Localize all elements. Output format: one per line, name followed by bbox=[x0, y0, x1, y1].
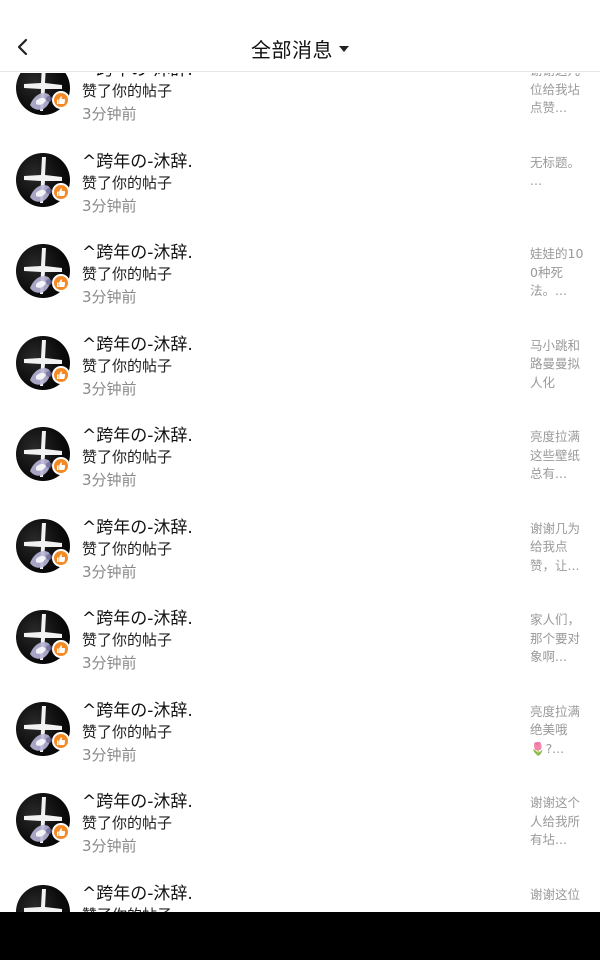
notification-time: 3分钟前 bbox=[82, 562, 137, 581]
notification-item[interactable]: ^跨年の-沐辞. 赞了你的帖子 3分钟前 家人们，那个要对象啊... bbox=[0, 592, 600, 684]
post-preview[interactable]: 亮度拉满这些壁纸总有... bbox=[530, 428, 588, 484]
like-badge bbox=[52, 274, 70, 292]
notification-time: 3分钟前 bbox=[82, 471, 137, 489]
post-preview[interactable]: 家人们，那个要对象啊... bbox=[530, 611, 588, 667]
notification-action: 赞了你的帖子 bbox=[82, 814, 173, 832]
notification-item[interactable]: ^跨年の-沐辞. 赞了你的帖子 3分钟前 谢谢这位 bbox=[0, 867, 600, 913]
like-badge bbox=[52, 731, 70, 750]
notification-item[interactable]: ^跨年の-沐辞. 赞了你的帖子 3分钟前 马小跳和路曼曼拟人化 bbox=[0, 318, 600, 410]
username[interactable]: ^跨年の-沐辞. bbox=[82, 330, 193, 355]
post-preview[interactable]: 亮度拉满绝美哦🌷?... bbox=[530, 703, 588, 759]
caret-down-icon bbox=[339, 46, 349, 52]
notification-action: 赞了你的帖子 bbox=[82, 904, 172, 913]
like-badge bbox=[52, 640, 70, 658]
thumbs-up-icon bbox=[57, 370, 66, 379]
post-preview[interactable]: 谢谢这位 bbox=[530, 886, 588, 905]
notification-action: 赞了你的帖子 bbox=[82, 539, 173, 558]
post-preview[interactable]: 无标题。 ... bbox=[530, 154, 588, 191]
like-badge bbox=[52, 823, 70, 841]
notification-action: 赞了你的帖子 bbox=[82, 265, 173, 283]
notification-action: 赞了你的帖子 bbox=[82, 173, 173, 192]
username[interactable]: ^跨年の-沐辞. bbox=[82, 238, 193, 263]
username[interactable]: ^跨年の-沐辞. bbox=[82, 787, 193, 812]
username[interactable]: ^跨年の-沐辞. bbox=[82, 513, 193, 538]
notification-list[interactable]: ^跨年の-沐辞. 赞了你的帖子 3分钟前 谢谢这几位给我坫点赞... ^跨年の-… bbox=[0, 73, 600, 912]
thumbs-up-icon bbox=[57, 187, 66, 196]
notification-item[interactable]: ^跨年の-沐辞. 赞了你的帖子 3分钟前 无标题。 ... bbox=[0, 135, 600, 227]
message-filter-dropdown[interactable]: 全部消息 bbox=[0, 34, 600, 62]
username[interactable]: ^跨年の-沐辞. bbox=[82, 73, 193, 80]
thumbs-up-icon bbox=[57, 736, 66, 745]
notification-action: 赞了你的帖子 bbox=[82, 448, 173, 466]
notification-item[interactable]: ^跨年の-沐辞. 赞了你的帖子 3分钟前 谢谢几为给我点赞，让... bbox=[0, 501, 600, 593]
thumbs-up-icon bbox=[57, 279, 66, 287]
thumbs-up-icon bbox=[57, 553, 66, 562]
notification-time: 3分钟前 bbox=[82, 745, 137, 764]
notification-time: 3分钟前 bbox=[82, 196, 137, 215]
notification-action: 赞了你的帖子 bbox=[82, 82, 173, 100]
notification-item[interactable]: ^跨年の-沐辞. 赞了你的帖子 3分钟前 谢谢这个人给我所有坫... bbox=[0, 775, 600, 867]
post-preview[interactable]: 娃娃的100种死法。... bbox=[530, 245, 588, 301]
notification-action: 赞了你的帖子 bbox=[82, 356, 173, 375]
system-navigation-bar bbox=[0, 912, 600, 960]
thumbs-up-icon bbox=[57, 96, 66, 104]
notification-action: 赞了你的帖子 bbox=[82, 631, 173, 649]
like-badge bbox=[52, 91, 70, 109]
notification-item[interactable]: ^跨年の-沐辞. 赞了你的帖子 3分钟前 娃娃的100种死法。... bbox=[0, 226, 600, 318]
notification-item[interactable]: ^跨年の-沐辞. 赞了你的帖子 3分钟前 谢谢这几位给我坫点赞... bbox=[0, 73, 600, 135]
thumbs-up-icon bbox=[57, 645, 66, 653]
like-badge bbox=[52, 182, 70, 201]
notification-time: 3分钟前 bbox=[82, 105, 137, 123]
username[interactable]: ^跨年の-沐辞. bbox=[82, 147, 193, 172]
username[interactable]: ^跨年の-沐辞. bbox=[82, 604, 193, 629]
notification-time: 3分钟前 bbox=[82, 288, 137, 306]
avatar[interactable] bbox=[16, 884, 70, 912]
notification-action: 赞了你的帖子 bbox=[82, 722, 173, 741]
like-badge bbox=[52, 365, 70, 384]
top-nav-bar: 全部消息 bbox=[0, 0, 600, 72]
username[interactable]: ^跨年の-沐辞. bbox=[82, 696, 193, 721]
notification-time: 3分钟前 bbox=[82, 837, 137, 855]
post-preview[interactable]: 马小跳和路曼曼拟人化 bbox=[530, 337, 588, 393]
thumbs-up-icon bbox=[57, 462, 66, 470]
post-preview[interactable]: 谢谢这个人给我所有坫... bbox=[530, 794, 588, 850]
username[interactable]: ^跨年の-沐辞. bbox=[82, 879, 193, 904]
page-title: 全部消息 bbox=[251, 37, 333, 62]
thumbs-up-icon bbox=[57, 828, 66, 836]
username[interactable]: ^跨年の-沐辞. bbox=[82, 421, 193, 446]
notification-item[interactable]: ^跨年の-沐辞. 赞了你的帖子 3分钟前 亮度拉满这些壁纸总有... bbox=[0, 409, 600, 501]
like-badge bbox=[52, 457, 70, 475]
notification-time: 3分钟前 bbox=[82, 379, 137, 398]
notification-item[interactable]: ^跨年の-沐辞. 赞了你的帖子 3分钟前 亮度拉满绝美哦🌷?... bbox=[0, 684, 600, 776]
notification-time: 3分钟前 bbox=[82, 654, 137, 672]
post-preview[interactable]: 谢谢几为给我点赞，让... bbox=[530, 520, 588, 576]
like-badge bbox=[52, 548, 70, 567]
avatar-image bbox=[24, 888, 62, 912]
post-preview[interactable]: 谢谢这几位给我坫点赞... bbox=[530, 73, 588, 118]
